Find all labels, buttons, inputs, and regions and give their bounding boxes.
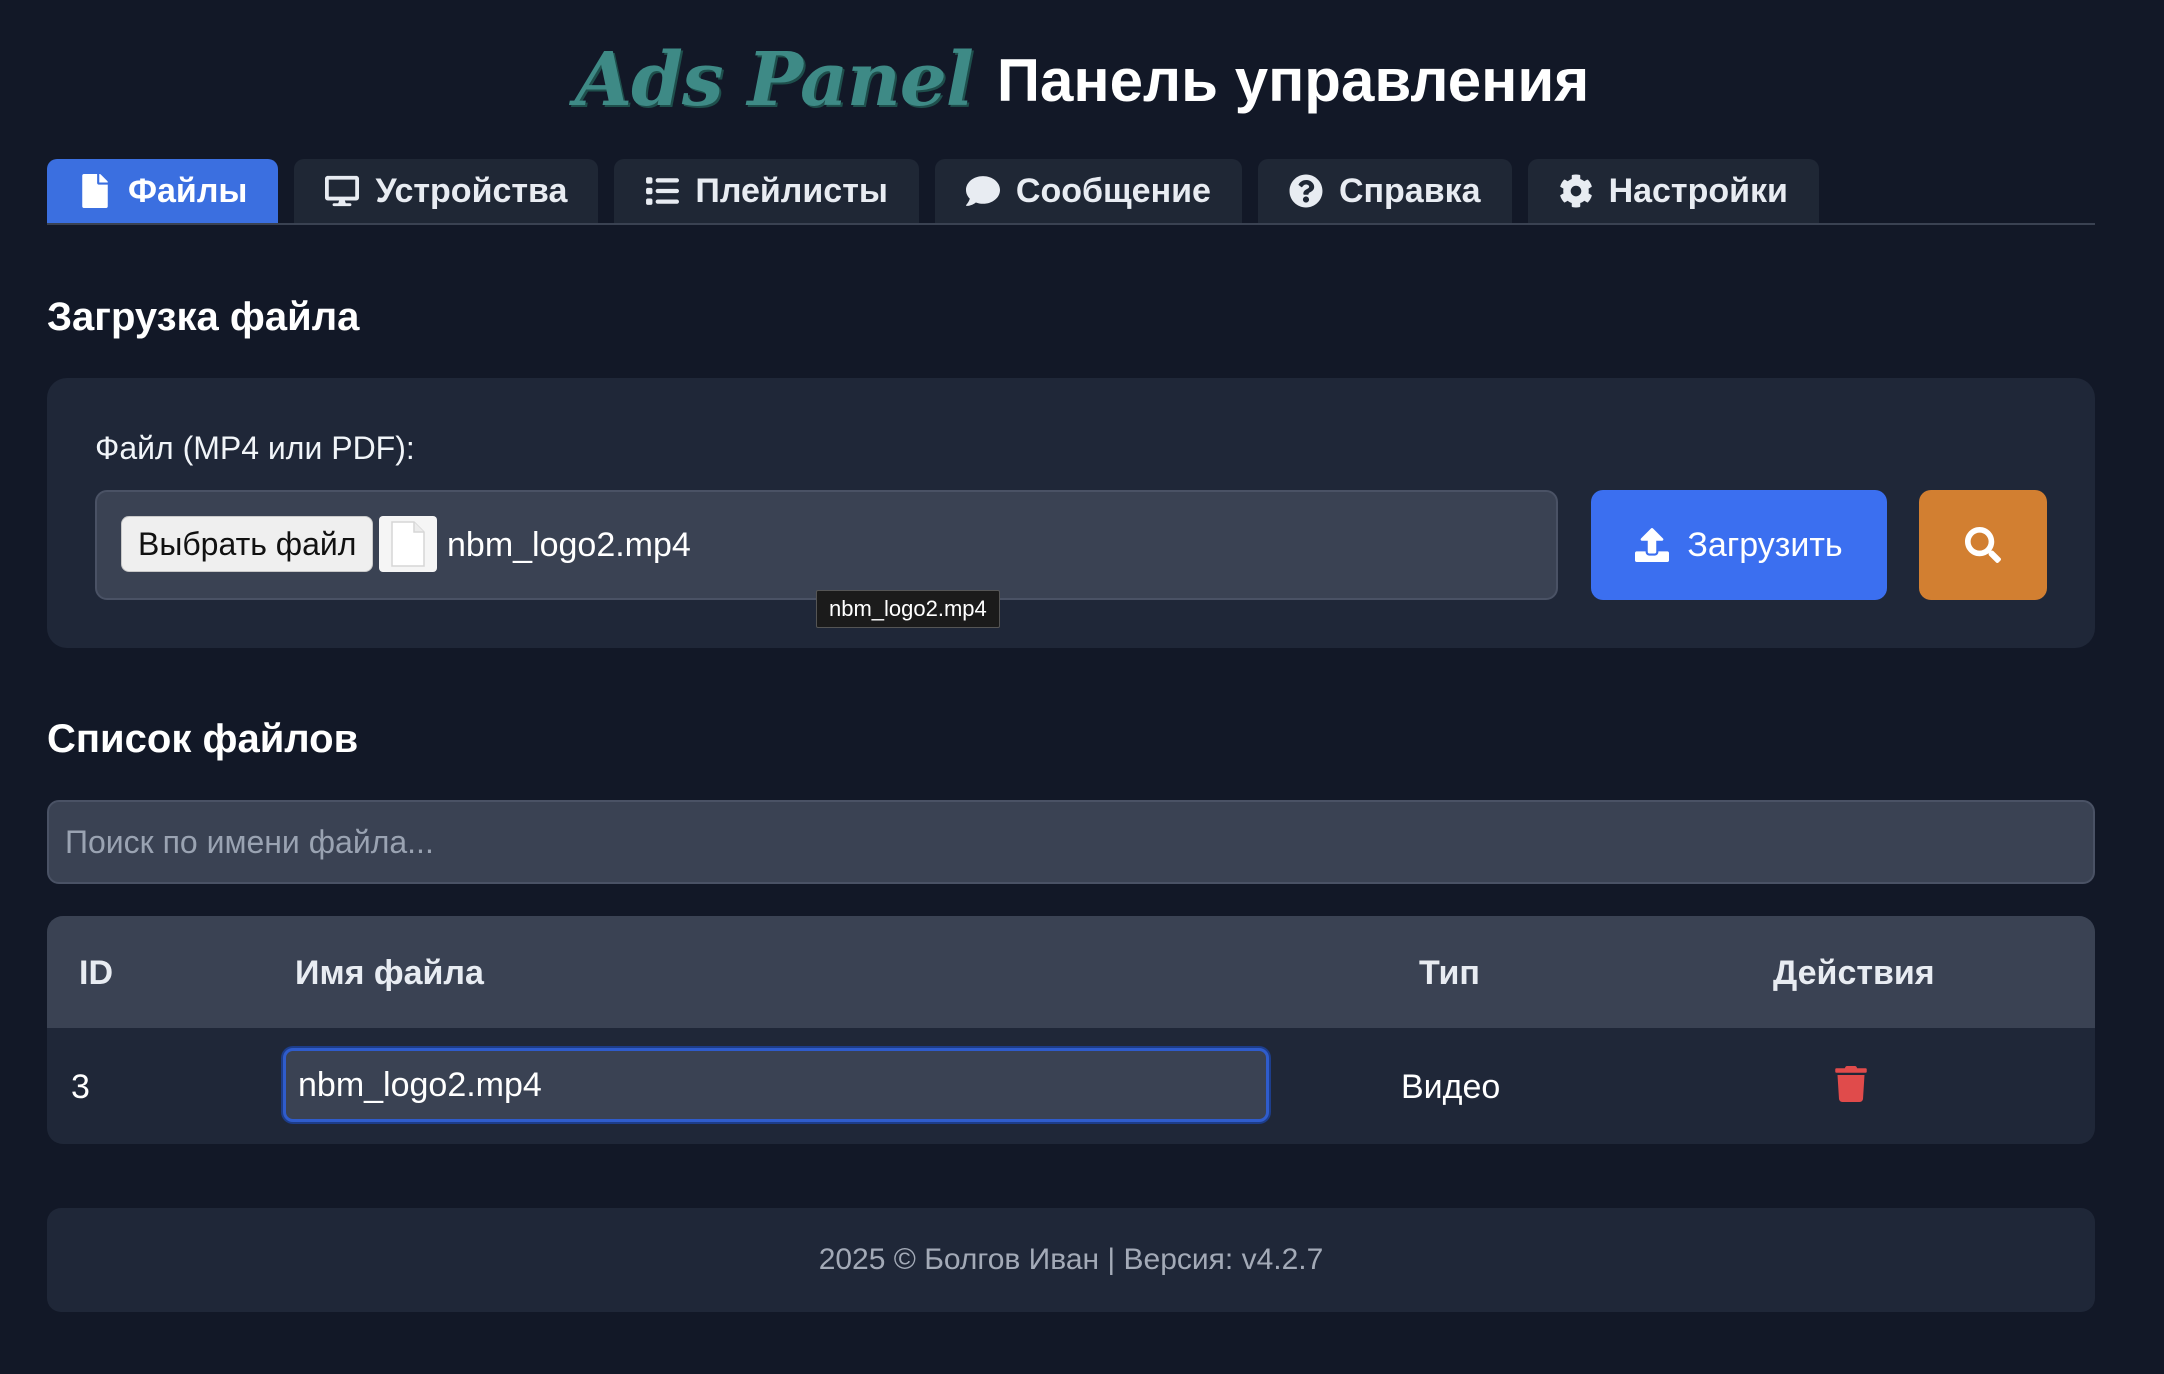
table-row: 3 Видео [47, 1028, 2095, 1144]
file-icon [78, 174, 112, 208]
desktop-icon [325, 174, 360, 208]
search-icon [1965, 527, 2001, 563]
trash-icon [1835, 1066, 1867, 1102]
file-input-label: Файл (MP4 или PDF): [95, 430, 415, 466]
tab-playlists[interactable]: Плейлисты [614, 159, 919, 223]
files-section-title: Список файлов [47, 717, 359, 761]
column-header-id: ID [79, 954, 113, 992]
page-title: Панель управления [996, 46, 1590, 114]
tab-message[interactable]: Сообщение [934, 159, 1242, 223]
choose-file-button[interactable]: Выбрать файл [121, 516, 374, 572]
tab-label: Файлы [128, 171, 248, 210]
row-type: Видео [1401, 1068, 1501, 1106]
upload-button[interactable]: Загрузить [1591, 490, 1887, 600]
gear-icon [1559, 174, 1593, 208]
header: Ads Panel Панель управления [0, 30, 2164, 130]
tab-bar: Файлы Устройства Плейлисты Сообщение Спр… [47, 159, 2095, 225]
tab-label: Настройки [1608, 171, 1788, 210]
row-id: 3 [71, 1068, 90, 1106]
tab-label: Плейлисты [695, 171, 888, 210]
delete-button[interactable] [1835, 1066, 1867, 1102]
upload-card: Файл (MP4 или PDF): Выбрать файл nbm_log… [47, 378, 2095, 648]
tab-settings[interactable]: Настройки [1527, 159, 1819, 223]
files-table: ID Имя файла Тип Действия 3 Видео [47, 916, 2095, 1144]
list-icon [645, 174, 680, 208]
upload-section-title: Загрузка файла [47, 295, 360, 339]
file-name-field[interactable] [283, 1048, 1269, 1122]
tab-label: Справка [1338, 171, 1481, 210]
tab-files[interactable]: Файлы [47, 159, 279, 223]
upload-icon [1635, 528, 1670, 562]
file-search-input[interactable] [47, 800, 2095, 884]
selected-file-name: nbm_logo2.mp4 [447, 526, 691, 564]
tab-help[interactable]: Справка [1257, 159, 1512, 223]
file-thumbnail-icon [379, 516, 437, 572]
file-input[interactable]: Выбрать файл nbm_logo2.mp4 [95, 490, 1558, 600]
upload-button-label: Загрузить [1687, 525, 1843, 564]
footer: 2025 © Болгов Иван | Версия: v4.2.7 [47, 1208, 2095, 1312]
app-root: Ads Panel Панель управления Файлы Устрой… [0, 0, 2164, 1374]
tab-label: Устройства [375, 171, 568, 210]
tab-devices[interactable]: Устройства [294, 159, 599, 223]
file-name-tooltip: nbm_logo2.mp4 [816, 590, 1000, 628]
tab-label: Сообщение [1015, 171, 1211, 210]
column-header-name: Имя файла [295, 954, 484, 992]
column-header-actions: Действия [1773, 954, 1935, 992]
question-circle-icon [1289, 174, 1323, 208]
logo: Ads Panel [574, 37, 974, 123]
column-header-type: Тип [1419, 954, 1480, 992]
footer-text: 2025 © Болгов Иван | Версия: v4.2.7 [818, 1243, 1324, 1276]
search-button[interactable] [1919, 490, 2047, 600]
table-header: ID Имя файла Тип Действия [47, 916, 2095, 1028]
comment-icon [965, 174, 1000, 208]
